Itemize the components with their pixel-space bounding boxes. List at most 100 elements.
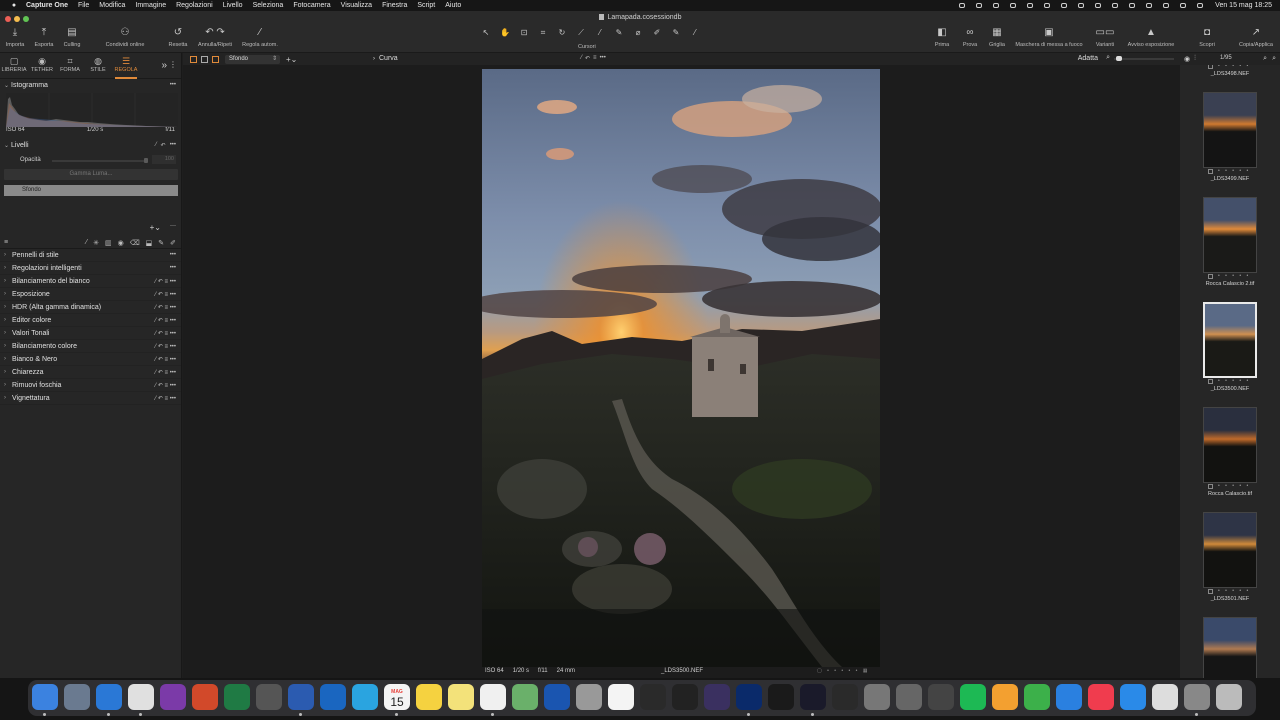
select-checkbox[interactable] bbox=[1208, 484, 1213, 489]
magic-brush-icon[interactable]: ✳ bbox=[93, 239, 99, 247]
dock-app-icon[interactable] bbox=[224, 684, 250, 710]
menu-immagine[interactable]: Immagine bbox=[135, 2, 166, 9]
dock-app-icon[interactable] bbox=[1056, 684, 1082, 710]
dock-app-icon[interactable] bbox=[448, 684, 474, 710]
brush-icon[interactable]: ⁄ bbox=[86, 239, 87, 247]
import-button[interactable]: ⤓ Importa bbox=[4, 27, 26, 48]
select-checkbox[interactable] bbox=[1208, 274, 1213, 279]
dock-app-icon[interactable] bbox=[864, 684, 890, 710]
picker-icon[interactable]: ⁄ bbox=[581, 55, 582, 62]
bluetooth-icon[interactable] bbox=[1111, 2, 1119, 9]
dock-app-icon[interactable] bbox=[1152, 684, 1178, 710]
dock-app-icon[interactable] bbox=[992, 684, 1018, 710]
dock-app-icon[interactable] bbox=[32, 684, 58, 710]
select-checkbox[interactable] bbox=[1208, 169, 1213, 174]
tool-actions[interactable]: ⁄ ↶ ≡ ••• bbox=[155, 317, 176, 324]
dock-app-icon[interactable] bbox=[768, 684, 794, 710]
tool-row[interactable]: › Regolazioni intelligenti ••• bbox=[0, 262, 181, 275]
overlay-view-icon[interactable] bbox=[212, 55, 219, 63]
zoom-out-icon[interactable]: ⌕ bbox=[1106, 54, 1110, 62]
keystone-tool-icon[interactable]: ⟋ bbox=[575, 28, 587, 38]
dock-app-icon[interactable] bbox=[96, 684, 122, 710]
thumbnail[interactable]: • • • • • bbox=[1200, 617, 1260, 678]
search-icon[interactable] bbox=[1162, 2, 1170, 9]
thumbnail-image[interactable] bbox=[1203, 92, 1257, 168]
add-icon[interactable]: +⌄ bbox=[286, 55, 297, 64]
dock-app-icon[interactable] bbox=[1088, 684, 1114, 710]
section-menu-icon[interactable]: ••• bbox=[170, 142, 176, 149]
more-icon[interactable]: ••• bbox=[600, 55, 606, 62]
search-icon[interactable]: ⌕ bbox=[1263, 55, 1267, 63]
linear-gradient-icon[interactable]: ▥ bbox=[105, 239, 112, 247]
tab-stile[interactable]: ◍ STILE bbox=[84, 53, 112, 78]
menu-finestra[interactable]: Finestra bbox=[382, 2, 407, 9]
levels-header[interactable]: ⌄ Livelli ⁄ ↶ ••• bbox=[0, 139, 181, 151]
menu-modifica[interactable]: Modifica bbox=[99, 2, 125, 9]
opacity-slider[interactable] bbox=[52, 158, 148, 163]
picker-icon[interactable]: ✎ bbox=[158, 239, 164, 247]
dock-app-icon[interactable] bbox=[512, 684, 538, 710]
variants-button[interactable]: ▭▭ Varianti bbox=[1090, 27, 1120, 48]
main-photo[interactable] bbox=[482, 69, 880, 667]
rating-stars[interactable]: • • • • • bbox=[1218, 483, 1250, 489]
tab-libreria[interactable]: ▢ LIBRERIA bbox=[0, 53, 28, 78]
menu-visualizza[interactable]: Visualizza bbox=[341, 2, 372, 9]
picker-icon[interactable]: ⁄ bbox=[156, 142, 157, 149]
thumbnail-image[interactable] bbox=[1203, 197, 1257, 273]
crop-tool-icon[interactable]: ⌗ bbox=[537, 28, 549, 38]
thumbnail[interactable]: • • • • • Rocca Calascio.tif bbox=[1200, 407, 1260, 500]
multi-view-icon[interactable] bbox=[190, 55, 197, 63]
thumbnail[interactable]: • • • • • _LDS3498.NEF bbox=[1200, 65, 1260, 80]
color-picker-icon[interactable]: ⁄ bbox=[689, 28, 701, 38]
reset-button[interactable]: ↺ Resetta bbox=[165, 27, 191, 48]
dock-app-icon[interactable] bbox=[1184, 684, 1210, 710]
curve-title[interactable]: › Curva bbox=[373, 55, 398, 62]
annotation-tool-icon[interactable]: ✎ bbox=[670, 28, 682, 38]
opacity-slider-handle[interactable] bbox=[144, 158, 148, 163]
menu-livello[interactable]: Livello bbox=[223, 2, 243, 9]
thumbnail[interactable]: • • • • • _LDS3499.NEF bbox=[1200, 92, 1260, 185]
dock-app-icon[interactable] bbox=[704, 684, 730, 710]
image-viewer[interactable]: ISO 64 1/20 s f/11 24 mm _LDS3500.NEF ▢ … bbox=[183, 65, 1180, 678]
dock-app-icon[interactable] bbox=[928, 684, 954, 710]
tool-actions[interactable]: ••• bbox=[170, 252, 176, 258]
status-app-icon[interactable] bbox=[1060, 2, 1068, 9]
tool-row[interactable]: › Bianco & Nero ⁄ ↶ ≡ ••• bbox=[0, 353, 181, 366]
tool-actions[interactable]: ••• bbox=[170, 265, 176, 271]
select-checkbox[interactable] bbox=[1208, 589, 1213, 594]
layer-select[interactable]: Sfondo bbox=[225, 54, 280, 64]
thumbnail-image[interactable] bbox=[1203, 407, 1257, 483]
tool-row[interactable]: › Vignettatura ⁄ ↶ ≡ ••• bbox=[0, 392, 181, 405]
tool-row[interactable]: › Editor colore ⁄ ↶ ≡ ••• bbox=[0, 314, 181, 327]
remove-layer-icon[interactable]: — bbox=[170, 223, 176, 229]
dock-app-icon[interactable] bbox=[736, 684, 762, 710]
dock-app-icon[interactable] bbox=[192, 684, 218, 710]
dock-app-icon[interactable] bbox=[896, 684, 922, 710]
tool-row[interactable]: › Bilanciamento del bianco ⁄ ↶ ≡ ••• bbox=[0, 275, 181, 288]
menu-fotocamera[interactable]: Fotocamera bbox=[293, 2, 330, 9]
dock-app-icon[interactable] bbox=[160, 684, 186, 710]
status-app-icon[interactable] bbox=[1009, 2, 1017, 9]
reset-icon[interactable]: ↶ bbox=[585, 55, 590, 62]
menu-seleziona[interactable]: Seleziona bbox=[253, 2, 284, 9]
status-app-icon[interactable] bbox=[992, 2, 1000, 9]
single-view-icon[interactable] bbox=[201, 55, 208, 63]
tab-regola[interactable]: ☰ REGOLA bbox=[112, 53, 140, 79]
tool-actions[interactable]: ⁄ ↶ ≡ ••• bbox=[155, 356, 176, 363]
tool-row[interactable]: › Chiarezza ⁄ ↶ ≡ ••• bbox=[0, 366, 181, 379]
rating-stars[interactable]: • • • • • bbox=[1218, 65, 1250, 69]
menu-regolazioni[interactable]: Regolazioni bbox=[176, 2, 213, 9]
tool-row[interactable]: › HDR (Alta gamma dinamica) ⁄ ↶ ≡ ••• bbox=[0, 301, 181, 314]
status-app-icon[interactable] bbox=[1043, 2, 1051, 9]
dock-app-icon[interactable] bbox=[1120, 684, 1146, 710]
thumbnail-image[interactable] bbox=[1203, 617, 1257, 678]
dock-app-icon[interactable] bbox=[1216, 684, 1242, 710]
pointer-tool-icon[interactable]: ↖ bbox=[480, 28, 492, 38]
export-button[interactable]: ⤒ Esporta bbox=[31, 27, 57, 48]
tool-actions[interactable]: ⁄ ↶ ≡ ••• bbox=[155, 330, 176, 337]
tool-row[interactable]: › Rimuovi foschia ⁄ ↶ ≡ ••• bbox=[0, 379, 181, 392]
dock-app-icon[interactable] bbox=[128, 684, 154, 710]
undo-redo-button[interactable]: ↶ ↷ Annulla/Ripeti bbox=[195, 27, 235, 48]
tool-actions[interactable]: ⁄ ↶ ≡ ••• bbox=[155, 343, 176, 350]
dock-app-icon[interactable] bbox=[1024, 684, 1050, 710]
